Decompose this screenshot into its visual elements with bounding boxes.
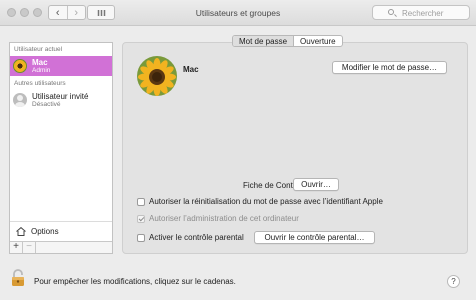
help-button[interactable]: ? bbox=[447, 275, 460, 288]
avatar bbox=[13, 59, 27, 73]
current-user-header: Utilisateur actuel bbox=[14, 46, 63, 53]
parental-controls-label: Activer le contrôle parental bbox=[149, 233, 244, 242]
allow-admin-checkbox bbox=[137, 214, 145, 223]
lock-message: Pour empêcher les modifications, cliquez… bbox=[34, 277, 236, 286]
user-role: Admin bbox=[32, 67, 51, 74]
tab-bar: Mot de passe Ouverture bbox=[232, 35, 343, 47]
tab-login-items[interactable]: Ouverture bbox=[294, 36, 342, 46]
open-parental-controls-button[interactable]: Ouvrir le contrôle parental… bbox=[254, 231, 375, 244]
apple-id-reset-checkbox[interactable] bbox=[137, 197, 145, 206]
sidebar-item-guest-user[interactable]: Utilisateur invité Désactivé bbox=[10, 90, 112, 110]
change-password-button[interactable]: Modifier le mot de passe… bbox=[332, 61, 447, 74]
apple-id-reset-option[interactable]: Autoriser la réinitialisation du mot de … bbox=[137, 197, 383, 206]
login-options-item[interactable]: Options bbox=[10, 221, 112, 241]
user-role: Désactivé bbox=[32, 101, 61, 108]
parental-controls-checkbox[interactable] bbox=[137, 233, 145, 242]
allow-admin-label: Autoriser l’administration de cet ordina… bbox=[149, 214, 299, 223]
open-contacts-button[interactable]: Ouvrir… bbox=[293, 178, 339, 191]
users-sidebar: Utilisateur actuel Mac Admin Autres util… bbox=[9, 42, 113, 254]
remove-user-button[interactable]: − bbox=[23, 242, 36, 253]
apple-id-reset-label: Autoriser la réinitialisation du mot de … bbox=[149, 197, 383, 206]
sidebar-item-current-user[interactable]: Mac Admin bbox=[10, 56, 112, 76]
parental-controls-option[interactable]: Activer le contrôle parental bbox=[137, 233, 244, 242]
title-bar: ‹ › Utilisateurs et groupes Rechercher bbox=[0, 0, 476, 26]
admin-option: Autoriser l’administration de cet ordina… bbox=[137, 214, 299, 223]
sidebar-toolbar: + − bbox=[10, 241, 112, 253]
other-users-header: Autres utilisateurs bbox=[14, 80, 66, 87]
search-placeholder: Rechercher bbox=[402, 9, 444, 18]
user-avatar[interactable] bbox=[137, 56, 177, 96]
search-field[interactable]: Rechercher bbox=[372, 5, 470, 20]
tab-password[interactable]: Mot de passe bbox=[233, 36, 295, 46]
user-name: Mac bbox=[32, 58, 48, 67]
add-user-button[interactable]: + bbox=[10, 242, 23, 253]
options-label: Options bbox=[31, 227, 59, 236]
user-full-name: Mac bbox=[183, 65, 199, 74]
sunflower-avatar-icon bbox=[137, 56, 177, 96]
user-name: Utilisateur invité bbox=[32, 92, 89, 101]
lock-icon[interactable] bbox=[11, 269, 25, 287]
search-icon bbox=[388, 9, 394, 15]
guest-avatar-icon bbox=[13, 93, 27, 107]
home-icon bbox=[16, 227, 26, 236]
